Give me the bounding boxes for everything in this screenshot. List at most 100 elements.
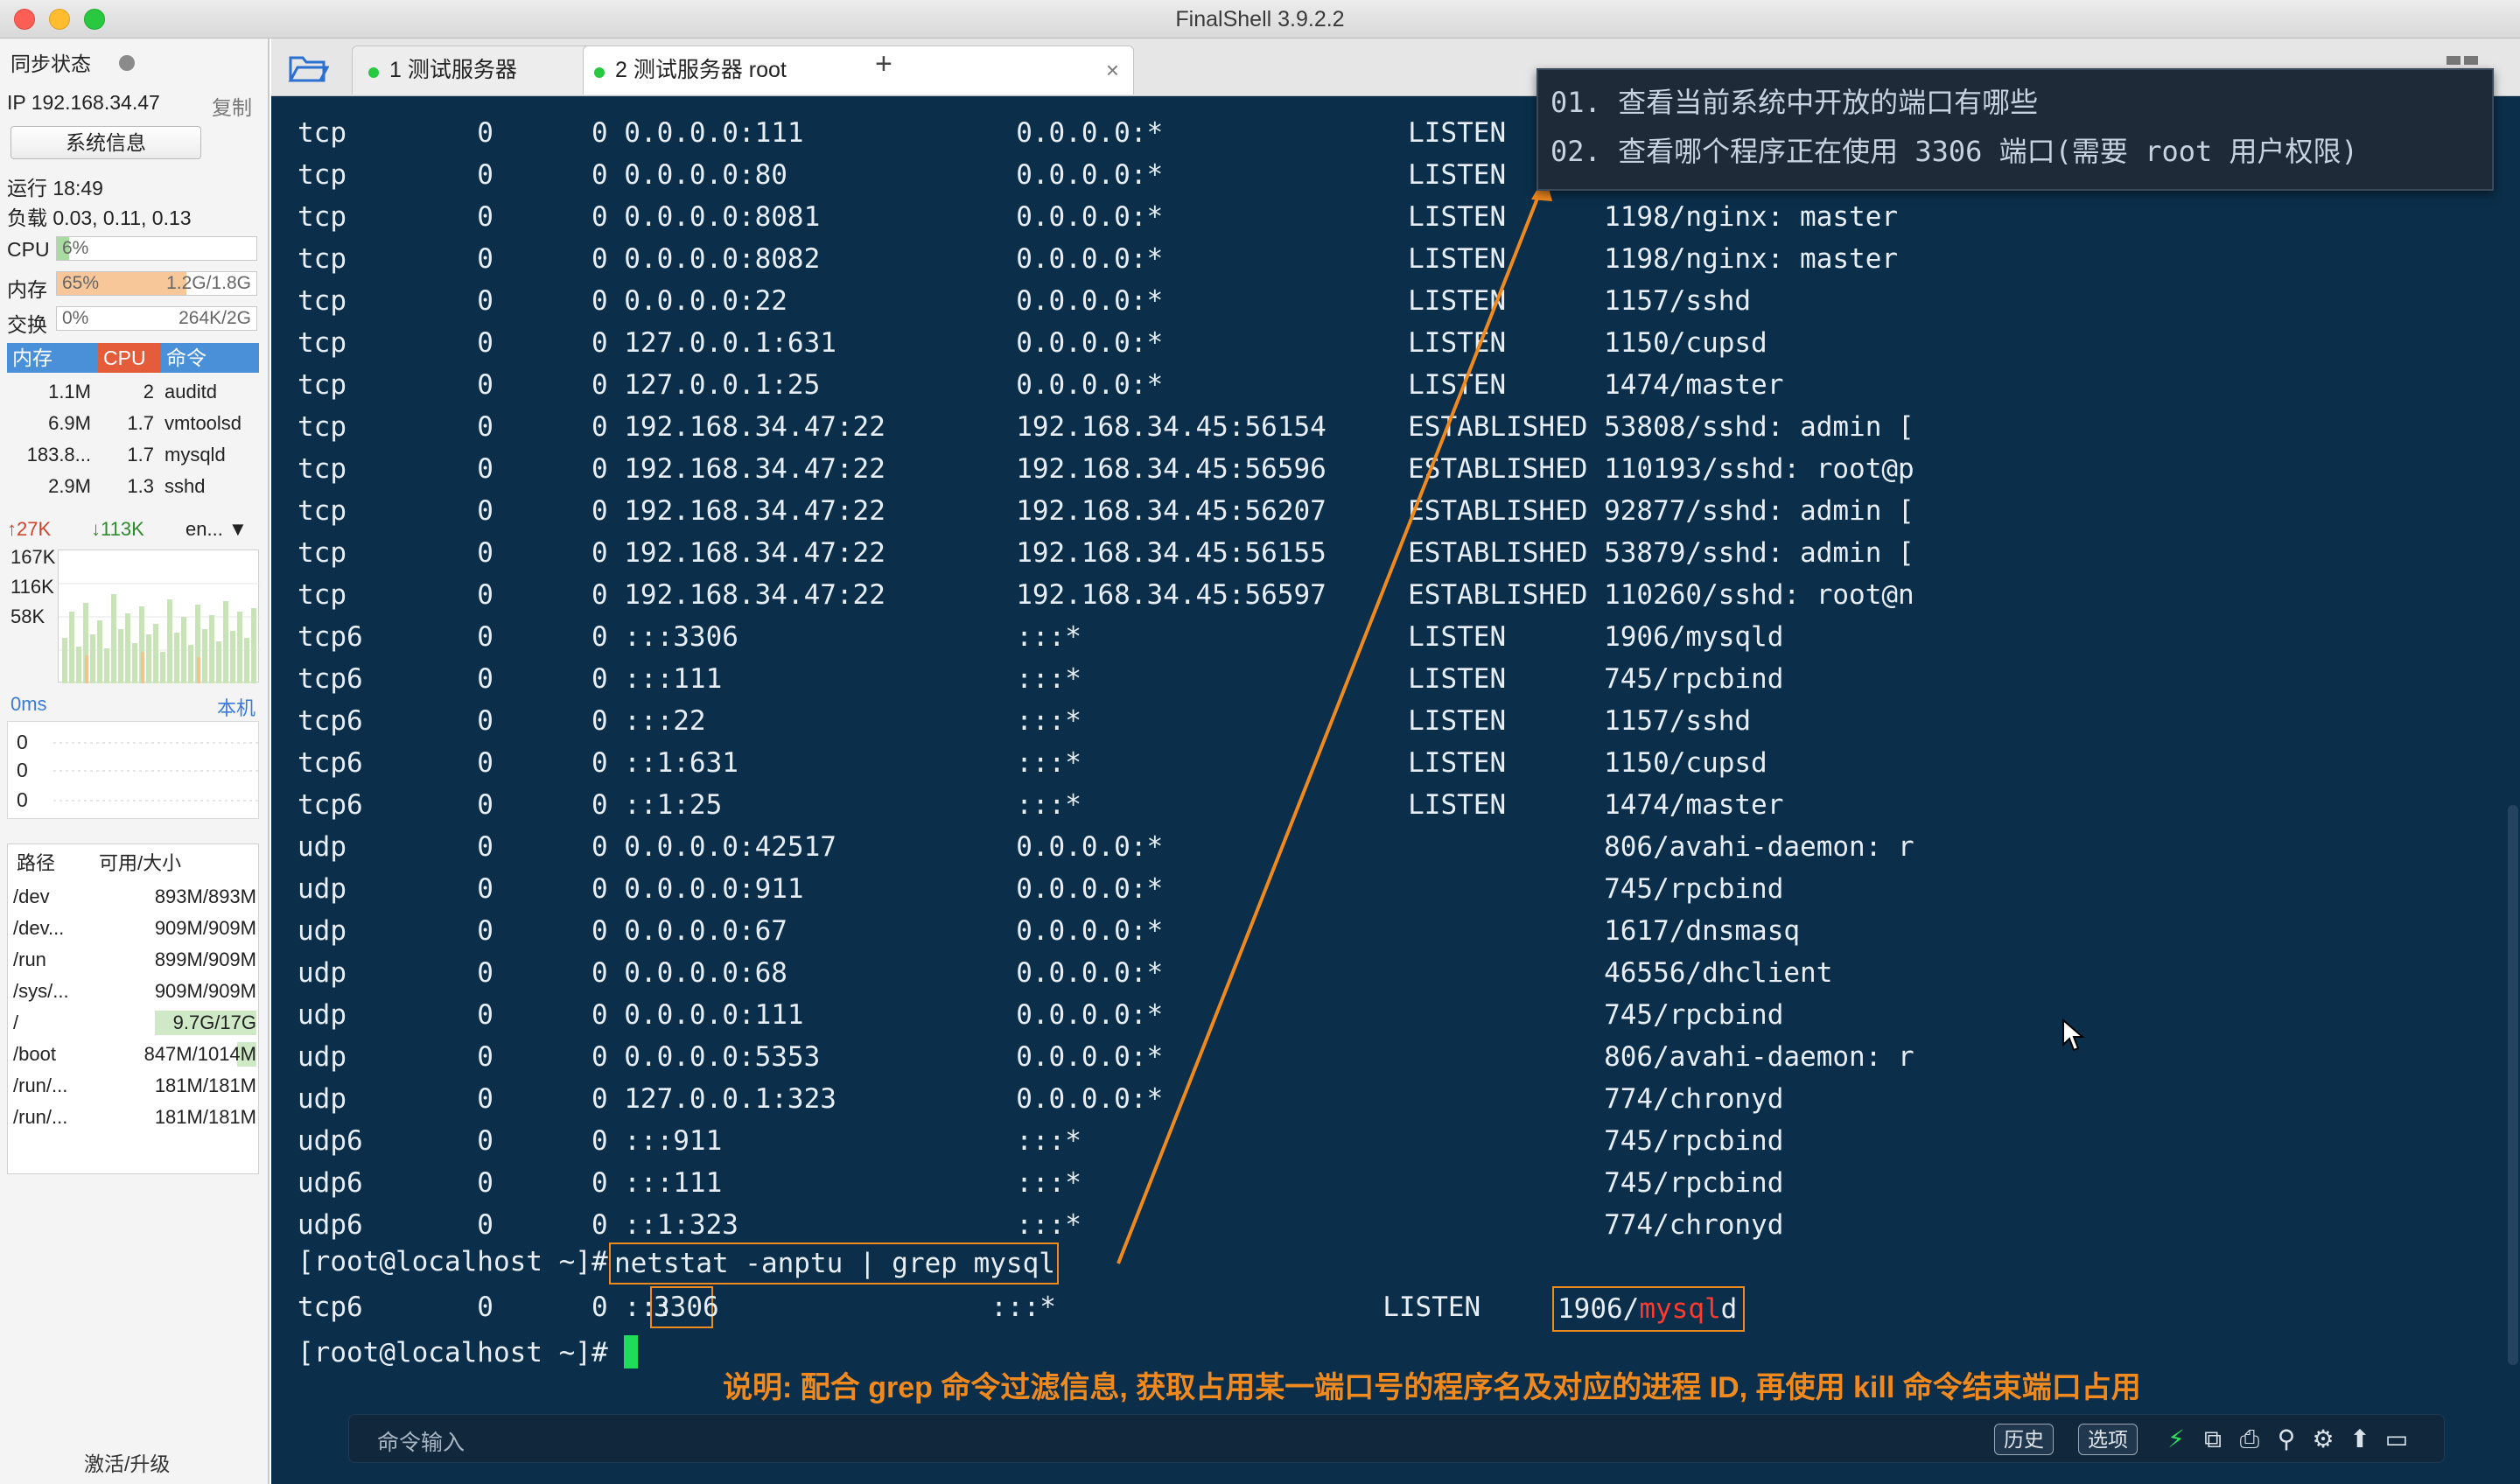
net-upload-value: 27K xyxy=(17,518,52,540)
command-input[interactable]: 命令输入 xyxy=(377,1425,465,1457)
activate-upgrade-link[interactable]: 激活/升级 xyxy=(84,1447,170,1477)
uptime: 运行 18:49 xyxy=(7,177,103,200)
proc-cmd: sshd xyxy=(164,475,206,497)
ping-latency: 0ms xyxy=(10,693,47,715)
disk-path: /dev... xyxy=(13,917,65,939)
upload-arrow-icon[interactable]: ⬆ xyxy=(2344,1424,2376,1455)
disk-size: 909M/909M xyxy=(154,980,256,1002)
lightning-icon[interactable]: ⚡ xyxy=(2160,1424,2192,1455)
history-button[interactable]: 历史 xyxy=(1994,1424,2054,1455)
system-info-button[interactable]: 系统信息 xyxy=(10,126,201,159)
annotation-arrow xyxy=(1116,175,1552,1264)
terminal[interactable]: tcp 0 0 0.0.0.0:111 0.0.0.0:* LISTEN tcp … xyxy=(271,96,2520,1484)
memory-label: 内存 xyxy=(7,278,47,301)
net-upload: ↑27K xyxy=(7,518,51,541)
ping-value: 0 xyxy=(17,759,28,781)
proc-header-cpu[interactable]: CPU xyxy=(98,343,161,373)
ping-graph: 0 0 0 xyxy=(7,721,260,819)
copy-ip-button[interactable]: 复制 xyxy=(212,91,252,121)
disk-path: /run xyxy=(13,948,46,970)
copy-icon[interactable]: ⧉ xyxy=(2197,1424,2229,1455)
options-button[interactable]: 选项 xyxy=(2078,1424,2138,1455)
ping-graph-svg xyxy=(53,742,260,802)
net-interface-select[interactable]: en... ▼ xyxy=(186,518,248,541)
close-icon[interactable]: × xyxy=(1106,46,1119,94)
cpu-meter: 6% xyxy=(56,236,257,261)
net-interface-value: en... xyxy=(186,518,223,540)
net-scale-low: 58K xyxy=(10,606,46,627)
cpu-label: CPU xyxy=(7,238,50,261)
ping-value: 0 xyxy=(17,788,28,811)
disk-header-size: 可用/大小 xyxy=(99,852,182,874)
disk-path: /sys/... xyxy=(13,980,69,1002)
process-row[interactable]: 2.9M 1.3 sshd xyxy=(7,471,259,502)
disk-size: 181M/181M xyxy=(154,1106,256,1128)
disk-row[interactable]: /dev 893M/893M xyxy=(8,881,260,913)
proc-header-mem[interactable]: 内存 xyxy=(7,343,98,373)
disk-row[interactable]: /run 899M/909M xyxy=(8,944,260,976)
proc-mem: 183.8... xyxy=(26,444,91,466)
status-dot-icon xyxy=(594,67,605,78)
disk-size: 9.7G/17G xyxy=(172,1012,256,1033)
gear-icon[interactable]: ⚙ xyxy=(2307,1424,2339,1455)
annotation-line-2: 02. 查看哪个程序正在使用 3306 端口(需要 root 用户权限) xyxy=(1550,135,2358,168)
disk-row[interactable]: /boot 847M/1014M xyxy=(8,1039,260,1070)
server-ip: IP 192.168.34.47 xyxy=(7,91,160,114)
disk-row[interactable]: /run/... 181M/181M xyxy=(8,1070,260,1102)
network-graph xyxy=(58,550,260,683)
proc-mem: 2.9M xyxy=(48,475,91,497)
proc-cpu: 2 xyxy=(143,381,154,402)
proc-cpu: 1.3 xyxy=(127,475,154,497)
proc-cmd: mysqld xyxy=(164,444,226,466)
disk-row[interactable]: /dev... 909M/909M xyxy=(8,913,260,944)
paste-icon[interactable]: ⎙ xyxy=(2234,1424,2265,1455)
process-row[interactable]: 1.1M 2 auditd xyxy=(7,376,259,408)
annotation-arrow-line xyxy=(1116,186,1544,1264)
proc-cmd: vmtoolsd xyxy=(164,412,242,434)
swap-label: 交换 xyxy=(7,313,47,336)
sync-status-icon xyxy=(119,52,135,76)
proc-cmd: auditd xyxy=(164,381,217,402)
sync-status-label: 同步状态 xyxy=(10,52,91,75)
proc-mem: 1.1M xyxy=(48,381,91,402)
load-average: 负载 0.03, 0.11, 0.13 xyxy=(7,206,192,229)
folder-icon[interactable] xyxy=(287,51,330,86)
net-scale-mid: 116K xyxy=(10,576,54,598)
proc-cpu: 1.7 xyxy=(127,412,154,434)
command-input-bar[interactable]: 命令输入 历史 选项 ⚡ ⧉ ⎙ ⚲ ⚙ ⬆ ▭ xyxy=(348,1414,2445,1463)
sidebar: 同步状态 IP 192.168.34.47 复制 系统信息 运行 18:49 负… xyxy=(0,38,270,1484)
window-title: FinalShell 3.9.2.2 xyxy=(1175,7,1345,32)
disk-path: / xyxy=(13,1012,19,1033)
proc-header-cmd[interactable]: 命令 xyxy=(161,343,259,373)
disk-path: /run/... xyxy=(13,1074,68,1096)
window-icon[interactable]: ▭ xyxy=(2381,1424,2412,1455)
process-row[interactable]: 183.8... 1.7 mysqld xyxy=(7,439,259,471)
memory-used: 1.2G/1.8G xyxy=(166,273,251,293)
add-tab-button[interactable]: + xyxy=(875,47,892,81)
tab-label: 2 测试服务器 root xyxy=(615,58,787,82)
disk-path: /run/... xyxy=(13,1106,68,1128)
network-graph-svg xyxy=(59,583,260,683)
chevron-down-icon: ▼ xyxy=(228,518,248,540)
disk-table: 路径 可用/大小 /dev 893M/893M /dev... 909M/909M … xyxy=(7,844,259,1174)
swap-percent: 0% xyxy=(62,308,89,328)
swap-used: 264K/2G xyxy=(178,308,251,328)
disk-row[interactable]: /run/... 181M/181M xyxy=(8,1102,260,1133)
arrow-down-icon: ↓ xyxy=(91,518,101,540)
annotation-box: 01. 查看当前系统中开放的端口有哪些 02. 查看哪个程序正在使用 3306 … xyxy=(1536,68,2494,191)
search-icon[interactable]: ⚲ xyxy=(2271,1424,2302,1455)
process-row[interactable]: 6.9M 1.7 vmtoolsd xyxy=(7,408,259,439)
disk-table-header: 路径 可用/大小 xyxy=(8,848,260,879)
net-download: ↓113K xyxy=(91,518,144,541)
ping-host-select[interactable]: 本机 xyxy=(217,693,256,721)
disk-row[interactable]: /sys/... 909M/909M xyxy=(8,976,260,1007)
tab-server-2[interactable]: 2 测试服务器 root × xyxy=(583,46,1134,94)
cpu-value: 6% xyxy=(62,238,89,258)
disk-size: 847M/1014M xyxy=(144,1043,256,1065)
title-bar: FinalShell 3.9.2.2 xyxy=(0,0,2520,38)
disk-row[interactable]: / 9.7G/17G xyxy=(8,1007,260,1039)
terminal-scrollbar[interactable] xyxy=(2508,805,2518,1365)
disk-size: 181M/181M xyxy=(154,1074,256,1096)
annotation-line-1: 01. 查看当前系统中开放的端口有哪些 xyxy=(1550,86,2039,119)
disk-size: 909M/909M xyxy=(154,917,256,939)
